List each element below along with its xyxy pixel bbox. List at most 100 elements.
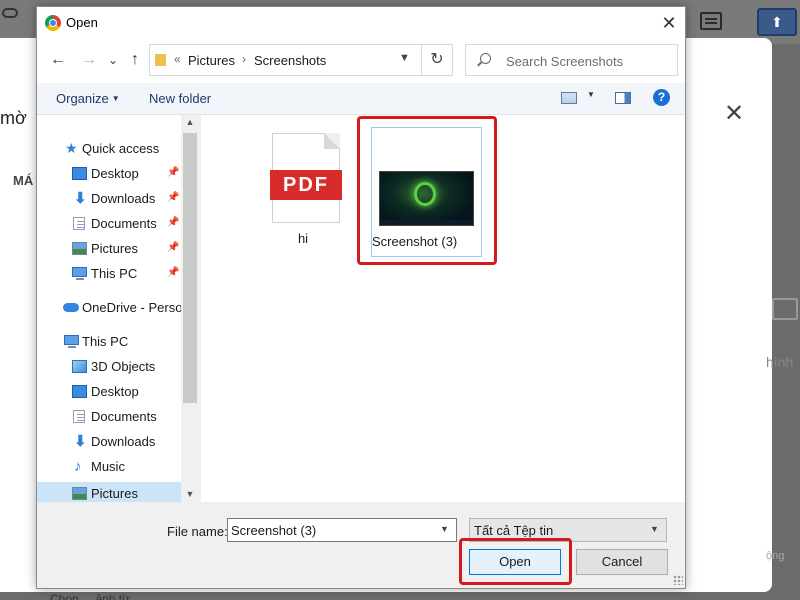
close-button[interactable]: ✕ [657,11,681,35]
nav-item-downloads-pc[interactable]: ⬇ Downloads [37,430,181,454]
nav-item-label: This PC [82,334,129,349]
file-type-value: Tất cả Tệp tin [474,523,554,538]
pictures-icon [72,487,87,500]
scrollbar-thumb[interactable] [183,133,197,403]
organize-button[interactable]: Organize ▼ [56,91,120,106]
computer-icon [72,267,87,280]
file-name-label: Screenshot (3) [372,234,458,249]
up-button[interactable]: ↑ [125,50,145,70]
download-icon: ⬇ [74,433,87,450]
upload-icon[interactable]: ⬆ [757,8,797,36]
new-folder-button[interactable]: New folder [149,91,211,106]
chrome-icon [45,15,61,31]
cloud-icon [63,303,79,312]
background-bottom-text: Chọn ... ảnh từ ... [50,592,144,600]
nav-item-label: Music [91,459,125,474]
nav-item-onedrive[interactable]: OneDrive - Persor [37,296,187,320]
nav-item-this-pc-pinned[interactable]: This PC 📌 [37,262,181,286]
download-icon: ⬇ [74,190,87,207]
pdf-file-icon: PDF [270,133,342,223]
folder-icon [155,54,166,66]
nav-item-label: Downloads [91,434,156,449]
view-options-caret-icon[interactable]: ▼ [587,90,595,99]
close-icon[interactable]: ✕ [722,102,746,126]
forward-button[interactable]: → [79,50,99,70]
thumbnail-taskbar [380,220,473,225]
command-toolbar: Organize ▼ New folder ▼ ? [37,83,685,115]
nav-item-label: Desktop [91,384,139,399]
nav-pane-scrollbar[interactable]: ▲ ▼ [181,115,199,502]
address-segment-screenshots[interactable]: Screenshots [254,53,326,68]
nav-item-label: 3D Objects [91,359,156,374]
pictures-icon [72,242,87,255]
nav-item-music[interactable]: ♪ Music [37,455,181,479]
nav-item-this-pc[interactable]: This PC [37,330,181,354]
nav-item-documents-pc[interactable]: Documents [37,405,181,429]
chevron-down-icon[interactable]: ▼ [399,52,410,64]
nav-item-label: Desktop [91,166,139,181]
background-right-text: hình [766,354,794,370]
help-icon[interactable]: ? [653,89,670,106]
file-list: PDF hi Screenshot (3) [201,115,685,502]
background-card-title: mờ [0,108,27,128]
recent-locations-dropdown[interactable]: ⌄ [103,50,123,70]
address-overflow[interactable]: « [174,52,181,66]
file-item-hi[interactable]: PDF hi [233,115,373,255]
music-icon: ♪ [74,458,82,475]
nav-item-label: Documents [91,216,157,231]
pin-icon: 📌 [167,217,180,228]
scroll-down-icon[interactable]: ▼ [181,489,199,502]
nav-item-documents[interactable]: Documents 📌 [37,212,181,236]
computer-icon [64,335,79,348]
image-thumbnail [379,171,474,226]
file-item-screenshot-3[interactable]: Screenshot (3) [371,127,482,257]
address-bar[interactable]: « Pictures › Screenshots ▼ [149,44,449,76]
nav-item-pictures-pc[interactable]: Pictures [37,482,181,502]
pdf-badge: PDF [270,170,342,200]
search-input[interactable] [506,51,671,71]
cancel-button[interactable]: Cancel [576,549,668,575]
file-name-field[interactable]: Screenshot (3) ▼ [227,518,457,542]
scroll-up-icon[interactable]: ▲ [181,117,199,131]
desktop-icon [72,385,87,398]
nav-item-3d-objects[interactable]: 3D Objects [37,355,181,379]
address-segment-pictures[interactable]: Pictures [188,53,235,68]
resize-grip[interactable] [673,575,683,585]
cloud-icon [2,8,18,18]
nav-item-label: Pictures [91,486,138,501]
nav-item-pictures[interactable]: Pictures 📌 [37,237,181,261]
search-icon [480,53,491,64]
star-icon: ★ [65,140,78,156]
chevron-down-icon[interactable]: ▼ [440,524,449,534]
refresh-button[interactable]: ↻ [421,44,453,76]
nav-item-label: Quick access [82,141,160,156]
nav-item-desktop-pc[interactable]: Desktop [37,380,181,404]
cube-icon [72,360,87,373]
nav-item-label: Pictures [91,241,138,256]
background-right-text-2: ộng [766,550,785,562]
search-box[interactable] [465,44,678,76]
nav-item-downloads[interactable]: ⬇ Downloads 📌 [37,187,181,211]
file-type-select[interactable]: Tất cả Tệp tin ▼ [469,518,667,542]
chevron-down-icon[interactable]: ▼ [650,524,659,534]
address-separator[interactable]: › [242,52,246,66]
nav-item-quick-access[interactable]: ★ Quick access [37,137,181,161]
preview-pane-icon[interactable] [615,92,631,104]
nav-item-desktop[interactable]: Desktop 📌 [37,162,181,186]
caret-down-icon: ▼ [111,94,120,103]
pin-icon: 📌 [167,242,180,253]
background-card-label: MÁ [13,173,34,188]
file-name-label-text: File name: [167,524,228,539]
pin-icon: 📌 [167,267,180,278]
navigation-pane: ★ Quick access Desktop 📌 ⬇ Downloads 📌 D… [37,115,199,502]
back-button[interactable]: ← [48,50,68,70]
change-view-icon[interactable] [561,92,577,104]
open-button[interactable]: Open [469,549,561,575]
dialog-title: Open [66,15,98,30]
chat-icon[interactable] [700,12,722,30]
navigation-bar: ← → ⌄ ↑ « Pictures › Screenshots ▼ ↻ [37,39,685,83]
document-icon [73,217,85,230]
background-right-panel: hình ộng [756,280,800,570]
organize-label: Organize [56,91,109,106]
desktop-icon [72,167,87,180]
